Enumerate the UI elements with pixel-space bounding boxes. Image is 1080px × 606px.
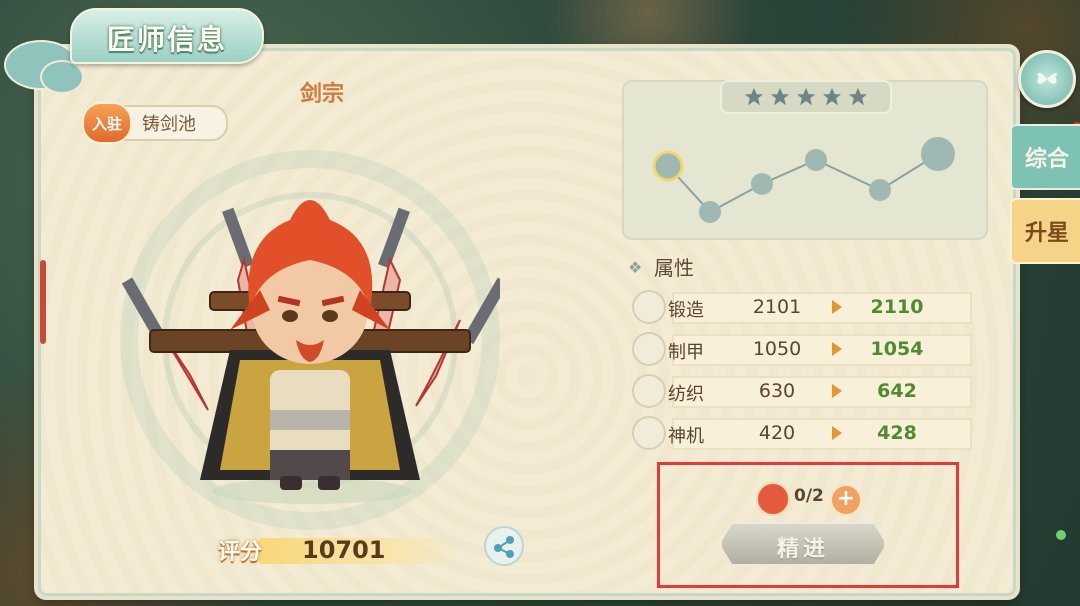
arrow-right-icon: [832, 384, 842, 398]
star-constellation: [652, 137, 955, 223]
attribute-row-weaving: 纺织 630 642: [632, 374, 982, 408]
add-material-button[interactable]: +: [830, 484, 862, 516]
attribute-row-armor: 制甲 1050 1054: [632, 332, 982, 366]
attribute-row-machinery: 神机 420 428: [632, 416, 982, 450]
share-button[interactable]: [484, 526, 524, 566]
station-name: 铸剑池: [142, 114, 196, 135]
constellation-node-current[interactable]: [652, 150, 684, 182]
diamond-icon: ❖: [628, 258, 643, 277]
attribute-row-forging: 锻造 2101 2110: [632, 290, 982, 324]
score-value: 10701: [302, 536, 386, 564]
constellation-node[interactable]: [751, 173, 773, 195]
weave-icon: [632, 374, 666, 408]
score-display: 评分 10701: [218, 530, 458, 570]
tab-overview[interactable]: 综合: [1010, 124, 1080, 190]
attribute-current: 1050: [752, 338, 802, 360]
material-count: 0/2: [794, 486, 824, 506]
refine-button[interactable]: 精进: [720, 522, 886, 566]
artisan-portrait[interactable]: [120, 180, 500, 500]
attribute-next: 2110: [870, 296, 924, 318]
attribute-name: 神机: [668, 426, 704, 447]
refine-button-label: 精进: [776, 536, 829, 562]
constellation-node[interactable]: [805, 149, 827, 171]
attribute-next: 428: [877, 422, 917, 444]
refine-material-icon[interactable]: [756, 482, 790, 516]
machine-icon: [632, 416, 666, 450]
score-label: 评分: [218, 539, 263, 565]
page-title: 匠师信息: [106, 23, 227, 56]
sword-icon: [372, 207, 410, 353]
attribute-next: 642: [877, 380, 917, 402]
panel-edge-marker: [40, 260, 46, 344]
attribute-name: 锻造: [668, 300, 704, 321]
status-dot: [1056, 530, 1066, 540]
tab-star-up[interactable]: 升星: [1010, 198, 1080, 264]
attribute-current: 2101: [752, 296, 802, 318]
attribute-name: 纺织: [668, 384, 704, 405]
station-tag[interactable]: 入驻 铸剑池: [82, 102, 228, 144]
faction-label: 剑宗: [300, 81, 345, 107]
arrow-right-icon: [832, 426, 842, 440]
close-icon: [1037, 72, 1057, 84]
forge-icon: [632, 290, 666, 324]
share-icon: [494, 536, 514, 558]
arrow-right-icon: [832, 342, 842, 356]
constellation-node[interactable]: [869, 179, 891, 201]
attribute-current: 420: [758, 422, 796, 444]
attribute-current: 630: [758, 380, 796, 402]
station-badge: 入驻: [82, 102, 132, 144]
attributes-title: 属性: [654, 256, 694, 280]
attribute-next: 1054: [870, 338, 924, 360]
cloud-decoration-icon: [40, 60, 84, 94]
star-progress-panel: [622, 80, 988, 240]
armor-icon: [632, 332, 666, 366]
constellation-node[interactable]: [699, 201, 721, 223]
close-button[interactable]: [1018, 50, 1076, 108]
arrow-right-icon: [832, 300, 842, 314]
title-banner: 匠师信息: [70, 8, 264, 64]
constellation-node[interactable]: [921, 137, 955, 171]
attribute-name: 制甲: [668, 342, 704, 363]
